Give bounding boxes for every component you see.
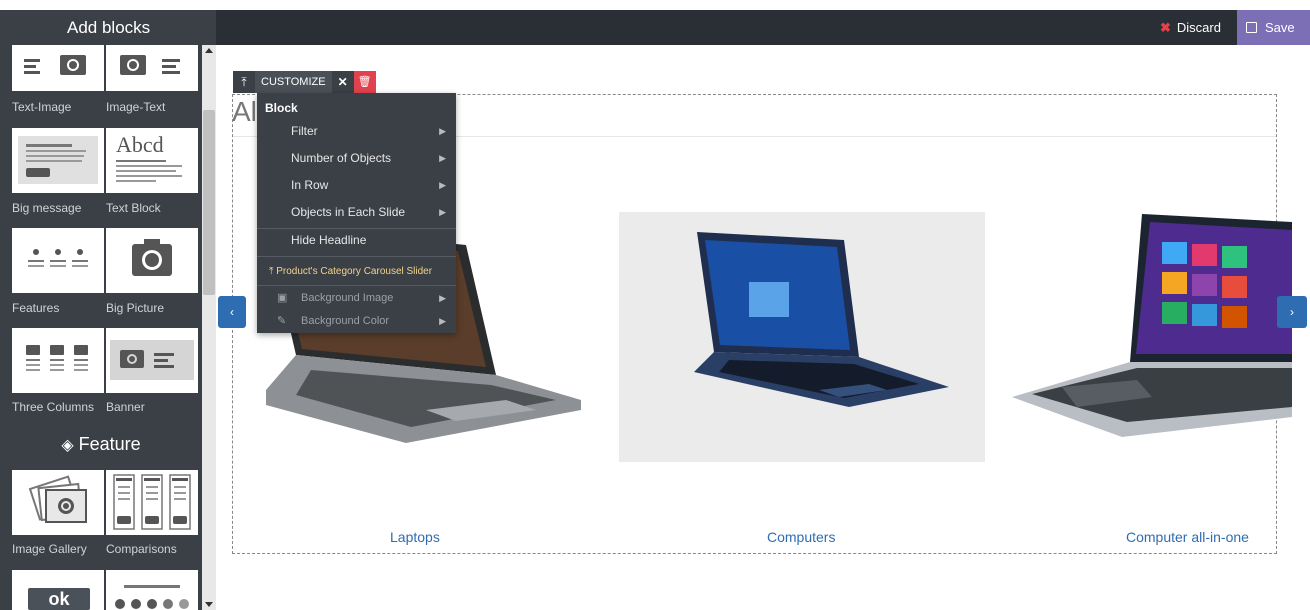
image-text-icon — [120, 55, 180, 75]
tile-image-gallery[interactable] — [12, 470, 104, 535]
menu-item-label: Objects in Each Slide — [291, 205, 406, 219]
image-icon: ▣ — [277, 292, 288, 304]
computers-laptop-illustration — [694, 232, 949, 407]
save-label: Save — [1265, 20, 1295, 35]
move-handle-icon[interactable]: ⤒ — [233, 71, 255, 93]
menu-divider — [257, 285, 456, 286]
caret-right-icon: ▶ — [439, 126, 446, 136]
menu-heading: Block — [265, 101, 298, 115]
camera-icon — [132, 239, 172, 276]
block-headline: Al — [232, 96, 257, 127]
comparisons-icon — [113, 474, 191, 530]
menu-divider — [257, 256, 456, 257]
menu-item-label: In Row — [291, 178, 329, 192]
eyedropper-icon: ✎ — [277, 315, 287, 327]
caret-right-icon: ▶ — [439, 180, 446, 190]
caret-right-icon: ▶ — [439, 316, 446, 326]
close-icon[interactable]: ✕ — [332, 71, 354, 93]
tile-comparisons[interactable] — [106, 470, 198, 535]
tile-features[interactable] — [12, 228, 104, 293]
caret-right-icon: ▶ — [439, 293, 446, 303]
menu-subheading: ⤒ Product's Category Carousel Slider — [269, 266, 432, 277]
floppy-icon — [1246, 22, 1257, 33]
close-icon: ✖ — [1160, 20, 1171, 35]
text-image-icon — [24, 55, 86, 75]
big-message-icon — [18, 136, 98, 184]
tile-big-message[interactable] — [12, 128, 104, 193]
computer-all-in-one-image[interactable] — [1012, 212, 1292, 462]
caret-right-icon: ▶ — [439, 207, 446, 217]
menu-item-background-color[interactable]: ✎ Background Color ▶ — [257, 310, 456, 333]
tile-big-picture[interactable] — [106, 228, 198, 293]
menu-item-hide-headline[interactable]: Hide Headline — [257, 227, 456, 254]
product-label-laptops[interactable]: Laptops — [390, 529, 440, 545]
menu-item-number-of-objects[interactable]: Number of Objects ▶ — [257, 145, 456, 172]
top-strip — [0, 0, 1310, 10]
tile-banner[interactable] — [106, 328, 198, 393]
tile-label: Image-Text — [106, 100, 166, 114]
carousel-next-button[interactable]: › — [1277, 296, 1307, 328]
menu-subheading-label: Product's Category Carousel Slider — [276, 266, 433, 277]
feature-heading-label: Feature — [78, 434, 141, 454]
tile-label: Big Picture — [106, 301, 165, 315]
menu-item-background-image[interactable]: ▣ Background Image ▶ — [257, 287, 456, 310]
text-block-icon — [116, 160, 182, 182]
tile-three-columns[interactable] — [12, 328, 104, 393]
carousel-prev-button[interactable]: ‹ — [218, 296, 246, 328]
tile-label: Text Block — [106, 201, 161, 215]
menu-item-label: Number of Objects — [291, 151, 392, 165]
product-label-computer-all-in-one[interactable]: Computer all-in-one — [1126, 529, 1249, 545]
sidebar-title: Add blocks — [0, 10, 216, 45]
customize-menu: Block Filter ▶ Number of Objects ▶ In Row ▶… — [257, 93, 456, 333]
menu-item-objects-in-each-slide[interactable]: Objects in Each Slide ▶ — [257, 199, 456, 226]
menu-item-label: Hide Headline — [291, 233, 367, 247]
tile-label: Image Gallery — [12, 542, 87, 556]
chevron-left-icon: ‹ — [230, 305, 234, 319]
trash-icon[interactable]: 🗑 — [353, 71, 376, 93]
ok-button-preview: ok — [28, 588, 90, 610]
customize-button[interactable]: CUSTOMIZE — [255, 71, 332, 93]
tile-text-block[interactable]: Abcd — [106, 128, 198, 193]
sidebar-scroll-thumb[interactable] — [203, 110, 215, 295]
image-gallery-icon — [28, 475, 87, 523]
menu-item-label: Background Image — [301, 292, 394, 304]
feature-heading: ◈ Feature — [0, 431, 202, 459]
chevron-right-icon: › — [1290, 305, 1294, 319]
tile-text-image[interactable] — [12, 45, 104, 91]
tile-label: Banner — [106, 400, 145, 414]
caret-right-icon: ▶ — [439, 153, 446, 163]
save-button[interactable]: Save — [1237, 10, 1310, 45]
block-toolbar: ⤒ CUSTOMIZE ✕ 🗑 — [233, 71, 376, 93]
product-label-computers[interactable]: Computers — [767, 529, 835, 545]
discard-button[interactable]: ✖ Discard — [1150, 13, 1231, 43]
tile-button[interactable]: ok — [12, 570, 104, 610]
tile-label: Big message — [12, 201, 82, 215]
tile-label: Features — [12, 301, 60, 315]
menu-item-in-row[interactable]: In Row ▶ — [257, 172, 456, 199]
discard-label: Discard — [1176, 20, 1221, 35]
three-columns-icon — [26, 345, 88, 371]
menu-item-filter[interactable]: Filter ▶ — [257, 118, 456, 145]
banner-icon — [110, 340, 194, 380]
icons-row-icon — [115, 585, 189, 609]
tile-icons[interactable] — [106, 570, 198, 610]
tile-image-text[interactable] — [106, 45, 198, 91]
menu-item-label: Background Color — [301, 315, 390, 327]
features-icon — [28, 249, 88, 267]
computers-image[interactable] — [619, 212, 985, 462]
scroll-down-arrow-icon[interactable] — [205, 602, 213, 607]
tile-label: Comparisons — [106, 542, 177, 556]
menu-item-label: Filter — [291, 124, 318, 138]
tile-label: Text-Image — [12, 100, 72, 114]
scroll-up-arrow-icon[interactable] — [205, 48, 213, 53]
tile-label: Three Columns — [12, 400, 95, 414]
blocks-sidebar: Text-Image Image-Text Abcd Big message T… — [0, 45, 216, 610]
diamond-icon: ◈ — [61, 437, 74, 454]
